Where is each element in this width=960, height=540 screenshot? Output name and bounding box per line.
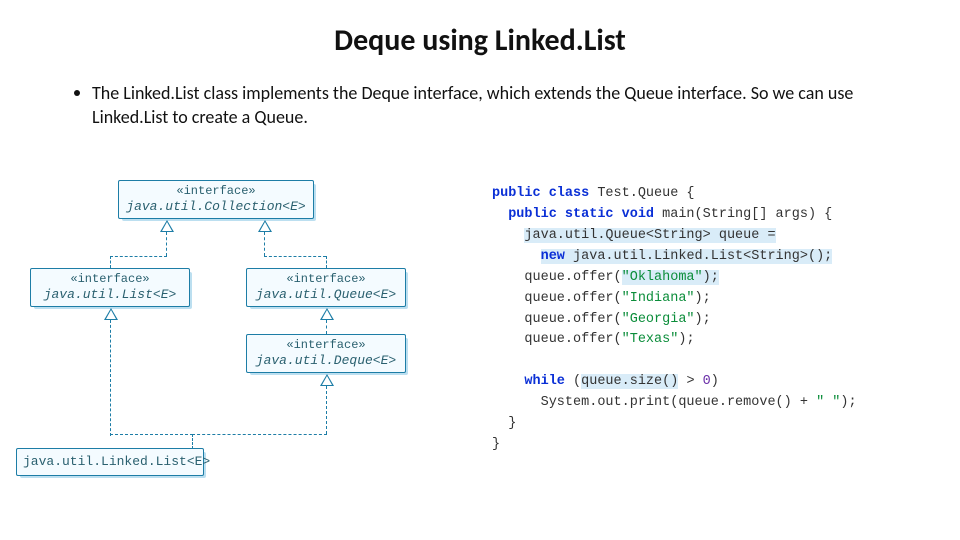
code-text: java.util.Linked.List<String>(); <box>565 249 832 264</box>
code-string: "Indiana" <box>622 291 695 306</box>
code-line: public class Test.Queue { <box>492 186 695 201</box>
code-line: queue.offer("Georgia"); <box>524 312 710 327</box>
code-keyword: public class <box>492 186 589 201</box>
code-text: Test.Queue { <box>589 186 694 201</box>
uml-box-list: «interface» java.util.List<E> <box>30 268 190 307</box>
code-highlight: queue.size() <box>581 374 678 389</box>
uml-dashed-line <box>166 232 167 256</box>
code-line: } <box>492 437 500 452</box>
code-text: queue.offer( <box>524 270 621 285</box>
page-title: Deque using Linked.List <box>0 0 960 59</box>
uml-dashed-line <box>264 232 265 256</box>
uml-stereotype: «interface» <box>253 272 399 287</box>
uml-stereotype: «interface» <box>125 184 307 199</box>
code-line: queue.offer("Texas"); <box>524 332 694 347</box>
bullet-dot-icon <box>74 90 80 96</box>
uml-dashed-line <box>110 320 111 436</box>
bullet-text: The Linked.List class implements the Deq… <box>92 81 906 130</box>
uml-arrowhead-icon <box>160 220 174 232</box>
code-text: > <box>678 374 702 389</box>
code-line: public static void main(String[] args) { <box>508 207 832 222</box>
code-text: ( <box>565 374 581 389</box>
uml-dashed-line <box>326 386 327 434</box>
code-text: ); <box>678 332 694 347</box>
code-number: 0 <box>703 374 711 389</box>
code-text: ); <box>840 395 856 410</box>
code-string: "Texas" <box>622 332 679 347</box>
uml-dashed-line <box>110 256 111 268</box>
code-line: } <box>508 416 516 431</box>
uml-arrowhead-icon <box>258 220 272 232</box>
code-string: "Oklahoma" <box>622 270 703 285</box>
uml-box-collection: «interface» java.util.Collection<E> <box>118 180 314 219</box>
code-text: System.out.print(queue.remove() + <box>541 395 816 410</box>
code-keyword: public static void <box>508 207 654 222</box>
uml-arrowhead-icon <box>320 308 334 320</box>
code-highlight: java.util.Queue<String> queue = <box>524 228 775 243</box>
code-text: queue.offer( <box>524 332 621 347</box>
code-text: ); <box>695 312 711 327</box>
code-keyword: while <box>524 374 565 389</box>
uml-dashed-line <box>264 256 326 257</box>
uml-arrowhead-icon <box>320 374 334 386</box>
uml-stereotype: «interface» <box>37 272 183 287</box>
code-text: ) <box>711 374 719 389</box>
code-text: main(String[] args) { <box>654 207 832 222</box>
code-line: queue.offer("Indiana"); <box>524 291 710 306</box>
uml-arrowhead-icon <box>104 308 118 320</box>
uml-collection-name: java.util.Collection<E> <box>125 199 307 215</box>
code-line: System.out.print(queue.remove() + " "); <box>541 395 857 410</box>
uml-diagram: «interface» java.util.Collection<E> «int… <box>14 176 474 506</box>
code-string: " " <box>816 395 840 410</box>
uml-list-name: java.util.List<E> <box>37 287 183 303</box>
uml-box-queue: «interface» java.util.Queue<E> <box>246 268 406 307</box>
uml-dashed-line <box>192 434 193 449</box>
uml-dashed-line <box>110 434 193 435</box>
uml-dashed-line <box>192 434 327 435</box>
code-line: queue.offer("Oklahoma"); <box>524 270 718 285</box>
code-block: public class Test.Queue { public static … <box>492 184 857 456</box>
uml-dashed-line <box>326 256 327 268</box>
code-keyword: new <box>541 249 565 264</box>
code-text: queue.offer( <box>524 312 621 327</box>
uml-deque-name: java.util.Deque<E> <box>253 353 399 369</box>
code-line: java.util.Queue<String> queue = <box>524 228 775 243</box>
uml-stereotype: «interface» <box>253 338 399 353</box>
code-text: ); <box>695 291 711 306</box>
uml-dashed-line <box>110 256 167 257</box>
uml-dashed-line <box>326 320 327 334</box>
uml-linkedlist-name: java.util.Linked.List<E> <box>23 454 197 470</box>
code-line: while (queue.size() > 0) <box>524 374 718 389</box>
code-line: new java.util.Linked.List<String>(); <box>541 249 833 264</box>
uml-box-linkedlist: java.util.Linked.List<E> <box>16 448 204 476</box>
code-text: ); <box>703 270 719 285</box>
code-string: "Georgia" <box>622 312 695 327</box>
code-text: queue.offer( <box>524 291 621 306</box>
uml-box-deque: «interface» java.util.Deque<E> <box>246 334 406 373</box>
uml-queue-name: java.util.Queue<E> <box>253 287 399 303</box>
bullet-item: The Linked.List class implements the Deq… <box>0 59 960 130</box>
